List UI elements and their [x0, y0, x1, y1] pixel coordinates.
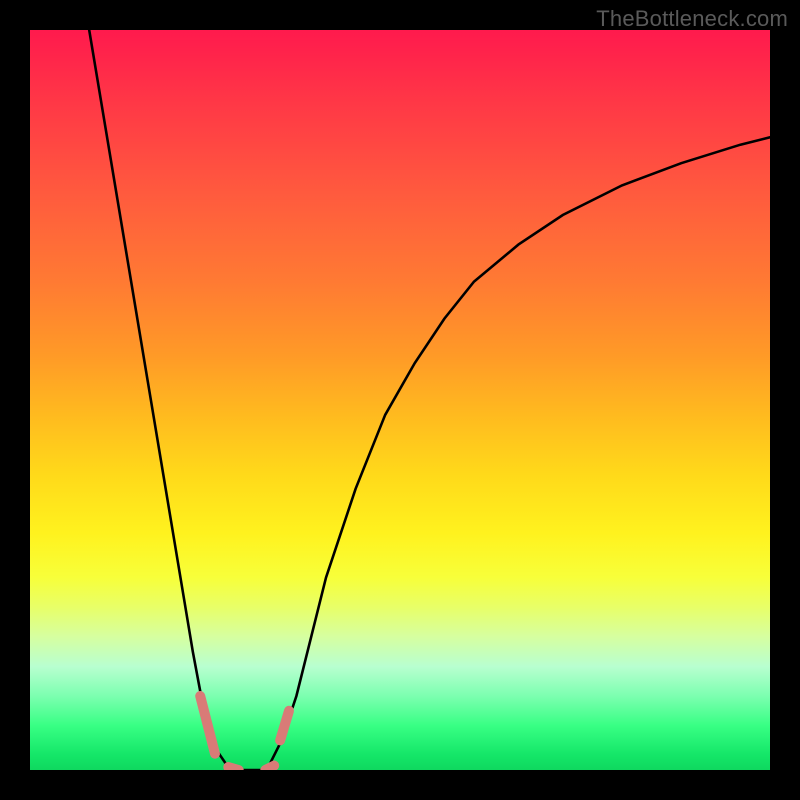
- chart-stage: TheBottleneck.com: [0, 0, 800, 800]
- watermark-text: TheBottleneck.com: [596, 6, 788, 32]
- highlight-floor-left: [228, 767, 238, 770]
- curve-right-branch: [267, 137, 770, 770]
- highlight-right-marker: [280, 711, 289, 741]
- curve-layer: [30, 30, 770, 770]
- plot-area: [30, 30, 770, 770]
- curve-left-branch: [89, 30, 237, 770]
- highlight-markers: [200, 696, 289, 770]
- highlight-floor-right: [265, 766, 274, 770]
- highlight-left-marker: [200, 696, 215, 754]
